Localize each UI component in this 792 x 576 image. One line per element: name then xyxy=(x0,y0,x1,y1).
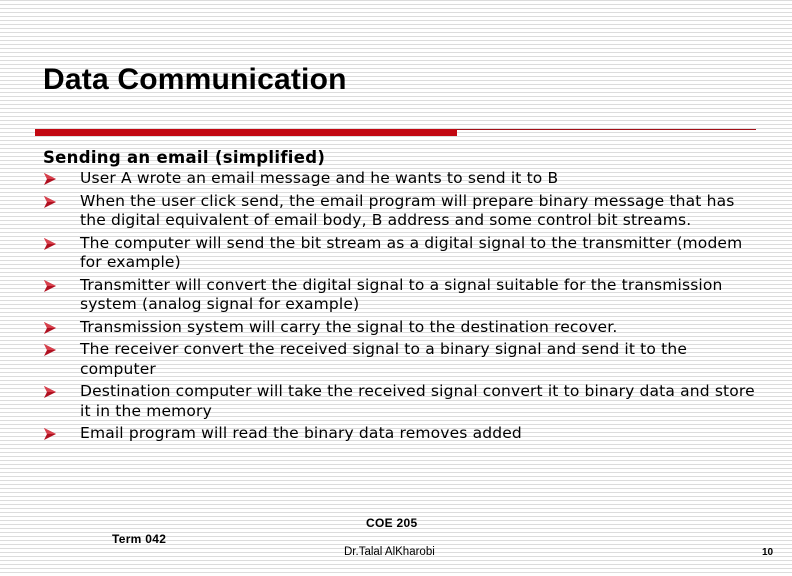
bullet-text: User A wrote an email message and he wan… xyxy=(80,169,559,187)
bullet-item: Transmission system will carry the signa… xyxy=(43,318,763,338)
footer-author: Dr.Talal AlKharobi xyxy=(344,546,435,558)
bullet-item: Destination computer will take the recei… xyxy=(43,382,763,421)
bullet-text: Email program will read the binary data … xyxy=(80,424,522,442)
bullet-item: When the user click send, the email prog… xyxy=(43,192,763,231)
arrowhead-bullet-icon xyxy=(44,344,56,356)
bullet-text: The receiver convert the received signal… xyxy=(80,340,688,378)
bullet-item: The computer will send the bit stream as… xyxy=(43,234,763,273)
bullet-text: Destination computer will take the recei… xyxy=(80,382,755,420)
footer-term: Term 042 xyxy=(112,532,167,546)
arrowhead-bullet-icon xyxy=(44,386,56,398)
arrowhead-bullet-icon xyxy=(44,321,56,334)
bullet-text: Transmission system will carry the signa… xyxy=(80,317,618,336)
arrowhead-bullet-icon xyxy=(44,428,56,440)
bullet-item: Email program will read the binary data … xyxy=(43,424,763,444)
title-underline-bar xyxy=(35,129,457,136)
bullet-text: The computer will send the bit stream as… xyxy=(80,233,743,272)
bullet-item: Transmitter will convert the digital sig… xyxy=(43,276,763,315)
arrowhead-bullet-icon xyxy=(44,173,56,185)
arrowhead-bullet-icon xyxy=(44,195,56,208)
arrowhead-bullet-icon xyxy=(44,237,56,250)
page-number: 10 xyxy=(762,547,774,558)
title-underline-line xyxy=(457,129,756,130)
slide-content: Sending an email (simplified) User A wro… xyxy=(43,148,763,447)
arrowhead-bullet-icon xyxy=(44,279,56,292)
bullet-list: User A wrote an email message and he wan… xyxy=(43,169,763,444)
footer-course: COE 205 xyxy=(366,516,418,530)
slide-title: Data Communication xyxy=(43,63,347,96)
bullet-item: User A wrote an email message and he wan… xyxy=(43,169,763,189)
subheading: Sending an email (simplified) xyxy=(43,148,326,167)
bullet-text: When the user click send, the email prog… xyxy=(80,191,735,230)
bullet-text: Transmitter will convert the digital sig… xyxy=(80,275,723,314)
bullet-item: The receiver convert the received signal… xyxy=(43,340,763,379)
